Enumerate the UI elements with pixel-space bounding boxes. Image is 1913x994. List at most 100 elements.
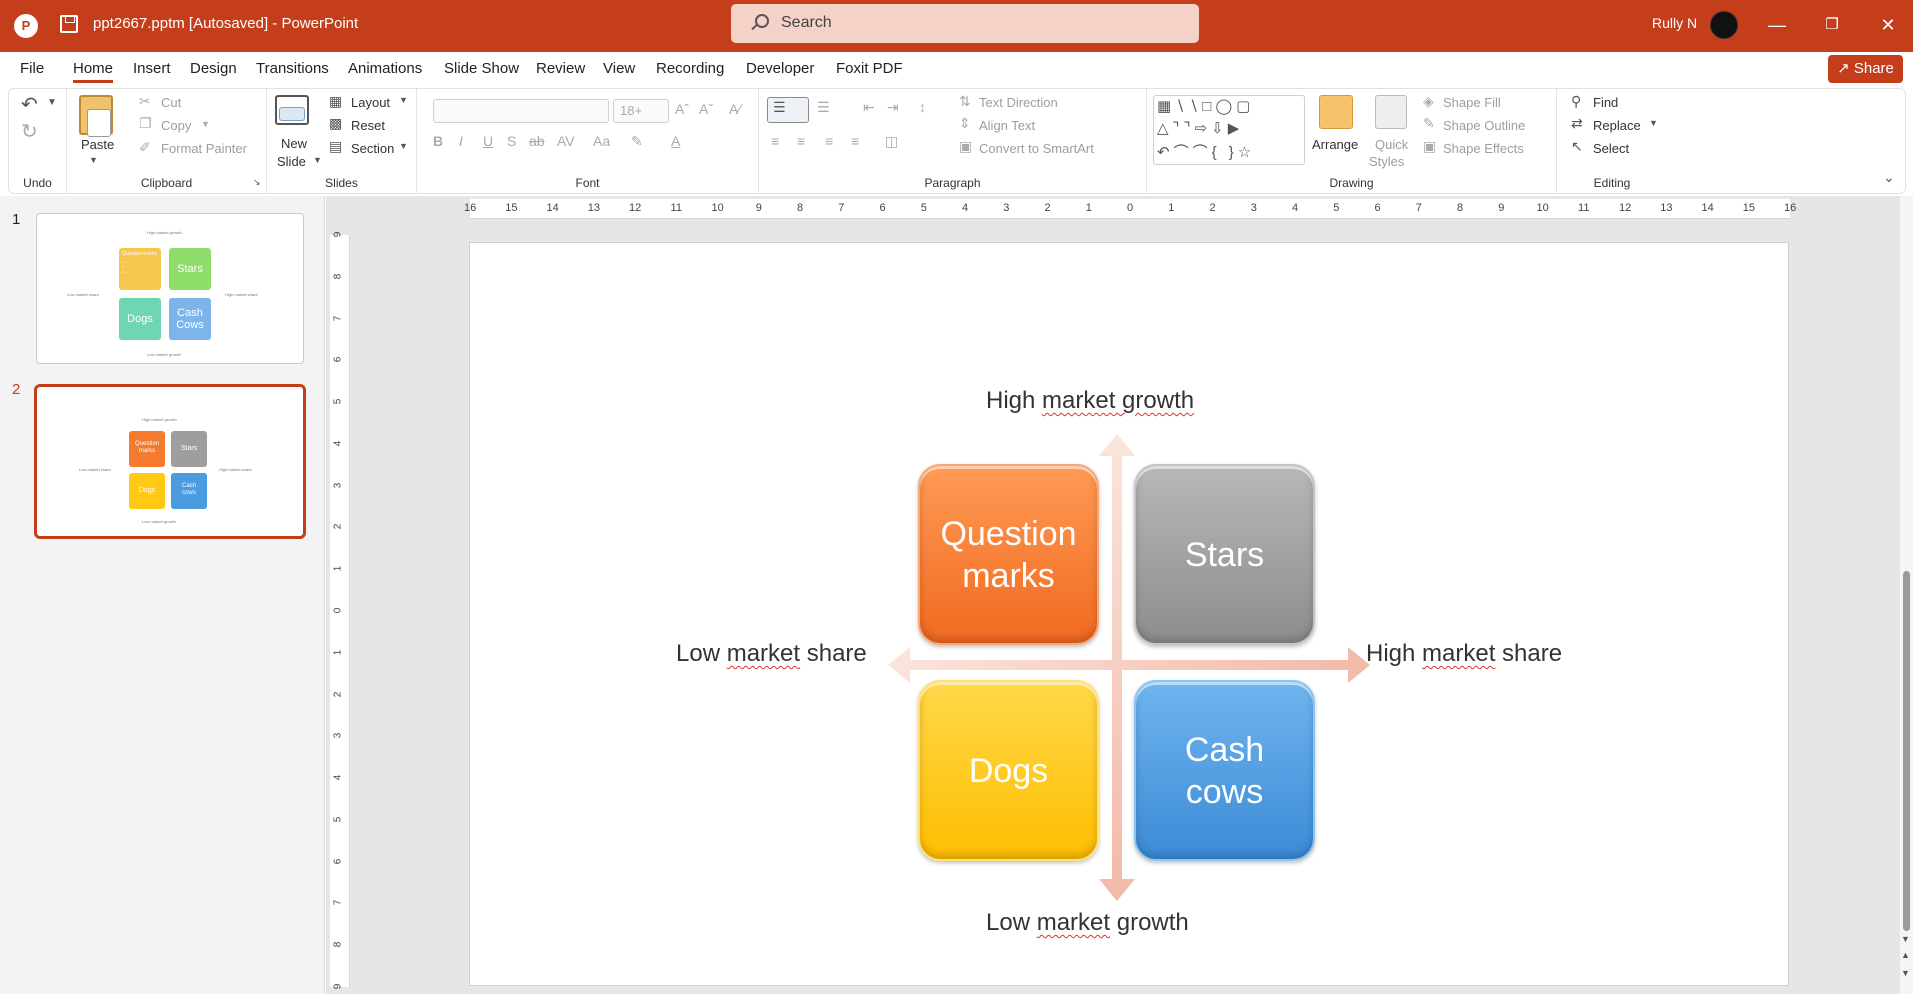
- tab-slide-show[interactable]: Slide Show: [444, 60, 519, 77]
- copy-button[interactable]: Copy: [161, 118, 191, 133]
- new-slide-dropdown-icon[interactable]: ▼: [313, 155, 322, 165]
- clear-formatting-icon[interactable]: A∕: [729, 101, 741, 117]
- shapes-row-3-icon[interactable]: ↶⌒⌒{ }☆: [1157, 141, 1255, 162]
- find-button[interactable]: Find: [1593, 95, 1618, 110]
- slide-thumbnail-2[interactable]: High market growth Question marks Stars …: [34, 384, 306, 539]
- restore-icon[interactable]: ❐: [1817, 10, 1847, 40]
- user-name[interactable]: Rully N: [1652, 15, 1697, 31]
- vertical-scrollbar[interactable]: ▼ ▲ ▼: [1900, 196, 1913, 994]
- question-marks-box[interactable]: Question marks: [918, 464, 1099, 645]
- slide-thumbnail-1[interactable]: High market growth Question marks • ... …: [36, 213, 304, 364]
- previous-slide-icon[interactable]: ▲: [1901, 950, 1910, 960]
- align-center-icon[interactable]: ≡: [797, 133, 805, 149]
- font-size-combo[interactable]: 18+: [613, 99, 669, 123]
- tab-file[interactable]: File: [20, 60, 44, 77]
- layout-button[interactable]: Layout: [351, 95, 390, 110]
- tab-view[interactable]: View: [603, 60, 635, 77]
- decrease-indent-icon[interactable]: ⇤: [863, 99, 875, 116]
- tab-animations[interactable]: Animations: [348, 60, 422, 77]
- shape-outline-button[interactable]: Shape Outline: [1443, 118, 1525, 133]
- align-right-icon[interactable]: ≡: [825, 133, 833, 149]
- tab-developer[interactable]: Developer: [746, 60, 814, 77]
- italic-icon[interactable]: I: [459, 133, 463, 149]
- redo-icon[interactable]: ↻: [21, 119, 38, 144]
- section-button[interactable]: Section: [351, 141, 394, 156]
- columns-icon[interactable]: ◫: [885, 133, 898, 150]
- cash-cows-box[interactable]: Cash cows: [1134, 680, 1315, 861]
- paste-dropdown-icon[interactable]: ▼: [89, 155, 98, 165]
- low-market-share-label[interactable]: Low market share: [676, 640, 867, 668]
- vertical-ruler[interactable]: 9 8 7 6 5 4 3 2 1 0 1 2 3 4 5 6 7 8 9: [330, 232, 350, 989]
- scroll-down-arrow-icon[interactable]: ▼: [1901, 934, 1910, 944]
- shapes-row-2-icon[interactable]: △⌝⌝⇨⇩▶: [1157, 119, 1243, 137]
- tab-review[interactable]: Review: [536, 60, 585, 77]
- layout-dropdown-icon[interactable]: ▼: [399, 95, 408, 105]
- scrollbar-thumb[interactable]: [1903, 571, 1910, 931]
- tab-home[interactable]: Home: [73, 60, 114, 83]
- slide-canvas[interactable]: Question marks Stars Dogs Cash cows High…: [469, 242, 1789, 986]
- dogs-box[interactable]: Dogs: [918, 680, 1099, 861]
- underline-icon[interactable]: U: [483, 133, 493, 149]
- clipboard-launcher-icon[interactable]: ↘: [253, 177, 261, 188]
- horizontal-ruler[interactable]: 16 15 14 13 12 11 10 9 8 7 6 5 4 3 2 1 0 1 2 3 4 5 6 7 8 9 10 11 12 1…: [464, 199, 1796, 219]
- character-spacing-icon[interactable]: AV: [557, 133, 575, 149]
- justify-icon[interactable]: ≡: [851, 133, 859, 149]
- close-icon[interactable]: ✕: [1873, 10, 1903, 40]
- quick-styles-label-2[interactable]: Styles: [1369, 154, 1404, 169]
- numbering-icon[interactable]: ☰: [817, 99, 830, 116]
- shape-fill-button[interactable]: Shape Fill: [1443, 95, 1501, 110]
- copy-dropdown-icon[interactable]: ▼: [201, 119, 210, 129]
- shadow-icon[interactable]: S: [507, 133, 516, 149]
- align-left-icon[interactable]: ≡: [771, 133, 779, 149]
- new-slide-label[interactable]: New: [281, 136, 307, 151]
- stars-box[interactable]: Stars: [1134, 464, 1315, 645]
- shapes-row-1-icon[interactable]: ▦∖∖□◯▢: [1157, 97, 1254, 115]
- minimize-icon[interactable]: —: [1762, 10, 1792, 40]
- next-slide-icon[interactable]: ▼: [1901, 968, 1910, 978]
- change-case-icon[interactable]: Aa: [593, 133, 610, 149]
- low-market-growth-label[interactable]: Low market growth: [986, 909, 1189, 937]
- high-market-growth-label[interactable]: High market growth: [986, 387, 1194, 415]
- ruler-tick-label: 2: [1044, 202, 1051, 214]
- shrink-font-icon[interactable]: Aˇ: [699, 101, 713, 117]
- arrange-icon[interactable]: [1319, 95, 1353, 129]
- strikethrough-icon[interactable]: ab: [529, 133, 545, 149]
- paste-button[interactable]: Paste: [81, 137, 114, 152]
- tab-transitions[interactable]: Transitions: [256, 60, 329, 77]
- grow-font-icon[interactable]: Aˆ: [675, 101, 689, 117]
- quick-styles-label-1[interactable]: Quick: [1375, 137, 1408, 152]
- bold-icon[interactable]: B: [433, 133, 443, 149]
- ruler-tick-label: 13: [587, 202, 600, 214]
- shape-effects-button[interactable]: Shape Effects: [1443, 141, 1524, 156]
- font-color-icon[interactable]: A: [671, 133, 680, 149]
- section-dropdown-icon[interactable]: ▼: [399, 141, 408, 151]
- replace-button[interactable]: Replace: [1593, 118, 1641, 133]
- tab-foxit-pdf[interactable]: Foxit PDF: [836, 60, 903, 77]
- reset-button[interactable]: Reset: [351, 118, 385, 133]
- tab-insert[interactable]: Insert: [133, 60, 171, 77]
- collapse-ribbon-icon[interactable]: ⌄: [1883, 169, 1895, 186]
- text-direction-button[interactable]: Text Direction: [979, 95, 1058, 110]
- undo-dropdown-icon[interactable]: ▼: [47, 97, 57, 108]
- replace-dropdown-icon[interactable]: ▼: [1649, 118, 1658, 128]
- undo-icon[interactable]: ↶: [21, 92, 38, 117]
- save-icon[interactable]: [60, 15, 78, 33]
- format-painter-button[interactable]: Format Painter: [161, 141, 247, 156]
- highlight-icon[interactable]: ✎: [631, 133, 643, 150]
- font-name-combo[interactable]: [433, 99, 609, 123]
- cut-button[interactable]: Cut: [161, 95, 181, 110]
- select-button[interactable]: Select: [1593, 141, 1629, 156]
- align-text-button[interactable]: Align Text: [979, 118, 1035, 133]
- tab-design[interactable]: Design: [190, 60, 237, 77]
- new-slide-label-2[interactable]: Slide: [277, 154, 306, 169]
- quick-styles-icon[interactable]: [1375, 95, 1407, 129]
- convert-smartart-button[interactable]: Convert to SmartArt: [979, 141, 1094, 156]
- share-button[interactable]: ↗ Share: [1828, 55, 1903, 83]
- increase-indent-icon[interactable]: ⇥: [887, 99, 899, 116]
- avatar[interactable]: [1710, 11, 1738, 39]
- tab-recording[interactable]: Recording: [656, 60, 724, 77]
- search-box[interactable]: Search: [731, 4, 1199, 43]
- arrange-button[interactable]: Arrange: [1312, 137, 1358, 152]
- line-spacing-icon[interactable]: ↕: [919, 99, 926, 115]
- high-market-share-label[interactable]: High market share: [1366, 640, 1562, 668]
